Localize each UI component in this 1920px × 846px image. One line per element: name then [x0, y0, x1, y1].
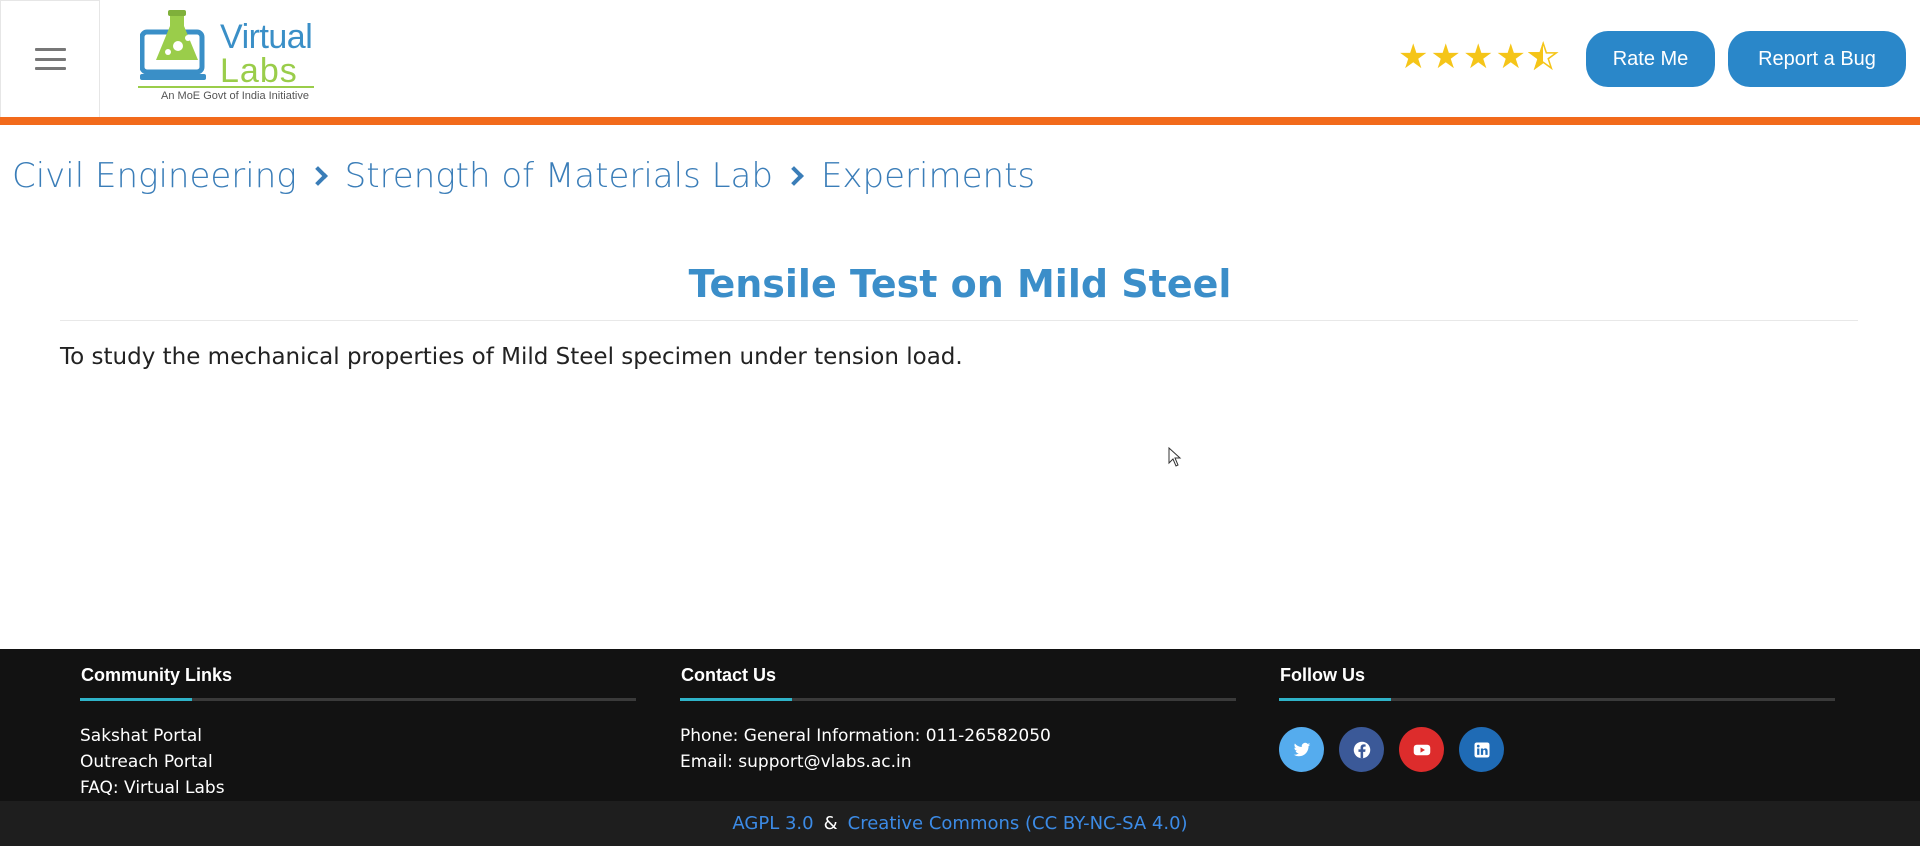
chevron-right-icon — [307, 166, 328, 186]
social-links — [1279, 727, 1835, 772]
star-full-icon: ★ — [1462, 37, 1494, 77]
license-cc-link[interactable]: Creative Commons (CC BY-NC-SA 4.0) — [848, 813, 1188, 834]
license-bar: AGPL 3.0 & Creative Commons (CC BY-NC-SA… — [0, 801, 1920, 846]
footer-community-links: Community Links Sakshat Portal Outreach … — [80, 665, 636, 801]
header-accent-bar — [0, 117, 1920, 125]
license-agpl-link[interactable]: AGPL 3.0 — [732, 813, 813, 834]
footer-heading-rule — [80, 698, 636, 701]
license-separator: & — [823, 813, 838, 834]
footer-link-faq[interactable]: FAQ: Virtual Labs — [80, 775, 636, 801]
linkedin-icon[interactable] — [1459, 727, 1504, 772]
title-divider — [60, 320, 1858, 321]
logo-underline — [138, 86, 314, 88]
experiment-aim: To study the mechanical properties of Mi… — [60, 344, 963, 370]
rate-me-button[interactable]: Rate Me — [1586, 31, 1715, 87]
report-bug-button[interactable]: Report a Bug — [1728, 31, 1906, 87]
breadcrumb-item-experiments[interactable]: Experiments — [821, 156, 1035, 196]
hamburger-menu-button[interactable] — [0, 0, 100, 117]
footer-link-sakshat-portal[interactable]: Sakshat Portal — [80, 723, 636, 749]
rating-stars[interactable]: ★ ★ ★ ★ ★ — [1398, 37, 1559, 77]
twitter-icon[interactable] — [1279, 727, 1324, 772]
footer-heading-community: Community Links — [81, 665, 233, 685]
logo-tagline: An MoE Govt of India Initiative — [161, 90, 309, 102]
star-half-icon: ★ — [1527, 37, 1559, 77]
star-full-icon: ★ — [1398, 37, 1429, 77]
page-title: Tensile Test on Mild Steel — [688, 262, 1232, 306]
hamburger-icon — [34, 48, 66, 70]
footer-contact: Contact Us Phone: General Information: 0… — [680, 665, 1236, 775]
breadcrumb-item-lab[interactable]: Strength of Materials Lab — [345, 156, 773, 196]
footer-heading-rule — [680, 698, 1236, 701]
youtube-icon[interactable] — [1399, 727, 1444, 772]
footer-link-outreach-portal[interactable]: Outreach Portal — [80, 749, 636, 775]
footer-heading-follow: Follow Us — [1280, 665, 1365, 685]
facebook-icon[interactable] — [1339, 727, 1384, 772]
mouse-cursor-icon — [1168, 447, 1182, 467]
contact-phone: Phone: General Information: 011-26582050 — [680, 726, 1051, 746]
chevron-right-icon — [784, 166, 804, 186]
flask-laptop-icon — [140, 10, 206, 80]
breadcrumb: Civil Engineering Strength of Materials … — [12, 156, 1035, 196]
site-footer: Community Links Sakshat Portal Outreach … — [0, 649, 1920, 801]
star-full-icon: ★ — [1430, 37, 1461, 77]
site-header: Virtual Labs An MoE Govt of India Initia… — [0, 0, 1920, 117]
footer-heading-contact: Contact Us — [681, 665, 777, 685]
contact-email[interactable]: Email: support@vlabs.ac.in — [680, 749, 1236, 775]
breadcrumb-item-civil-engineering[interactable]: Civil Engineering — [12, 156, 297, 196]
footer-follow-us: Follow Us — [1279, 665, 1835, 772]
footer-heading-rule — [1279, 698, 1835, 701]
star-full-icon: ★ — [1495, 37, 1526, 77]
virtual-labs-logo[interactable]: Virtual Labs An MoE Govt of India Initia… — [136, 8, 316, 108]
